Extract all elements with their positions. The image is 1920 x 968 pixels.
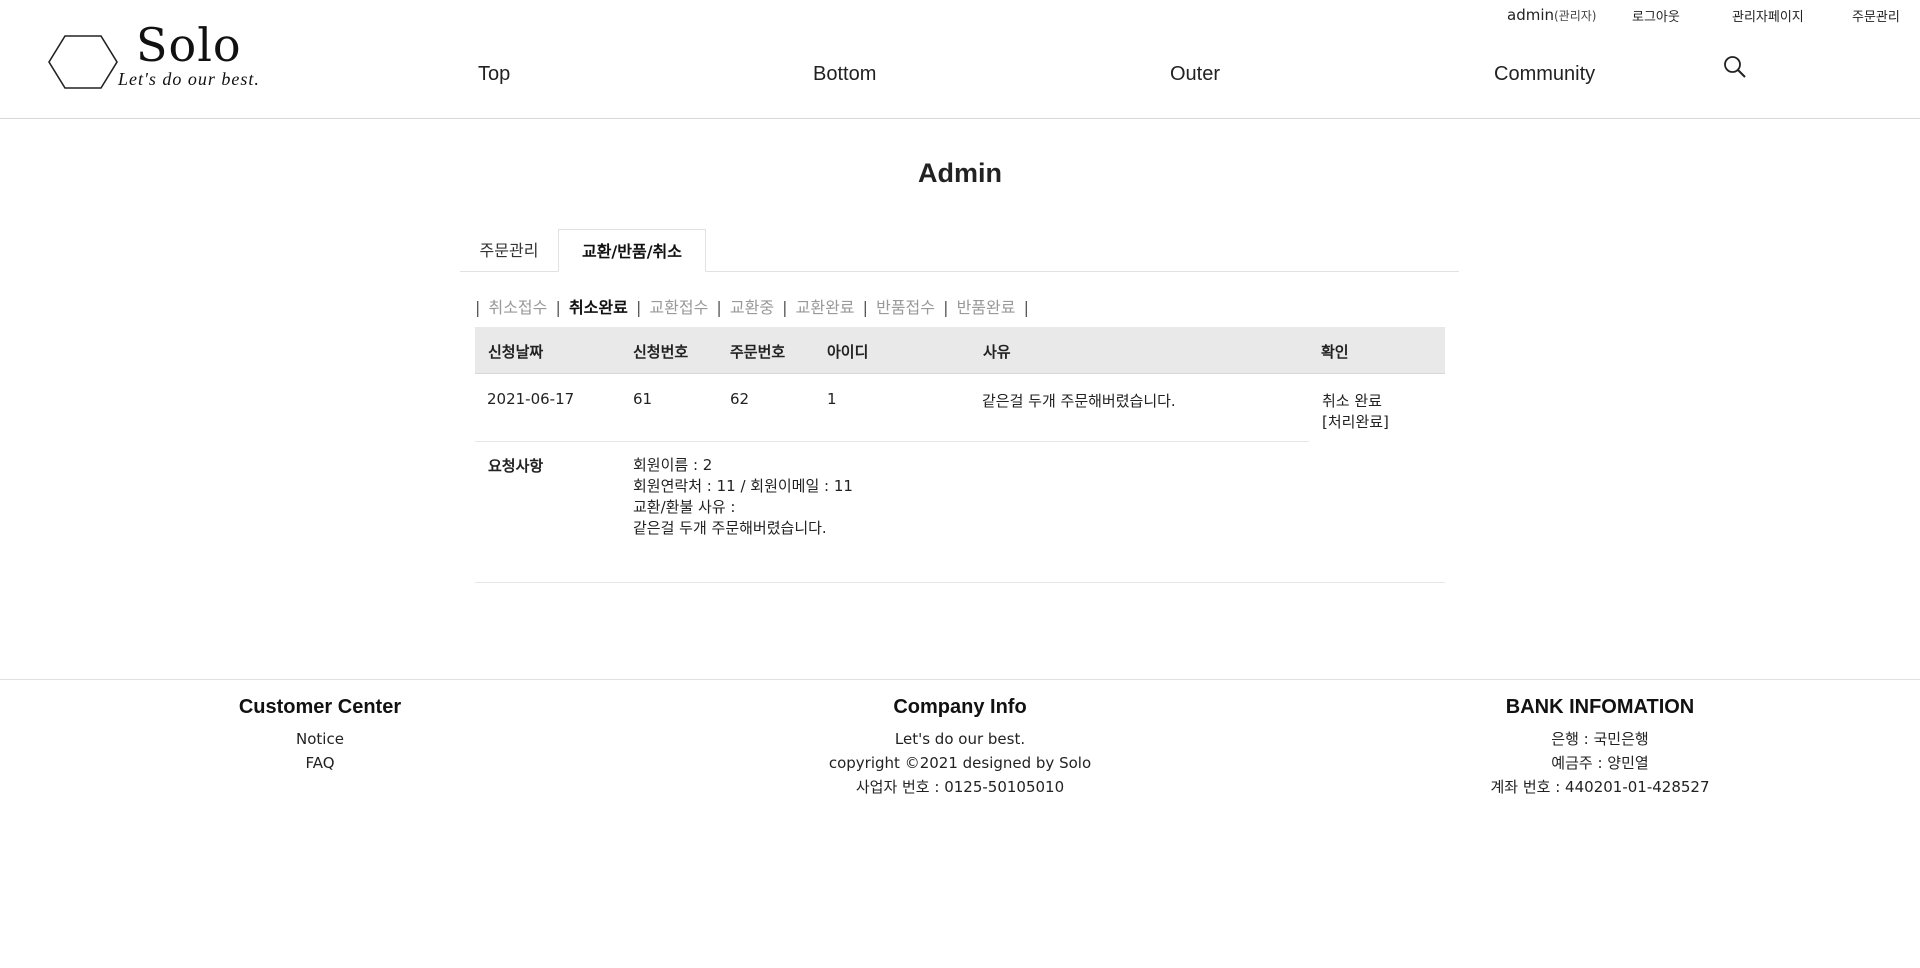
current-user: admin(관리자) [1507,6,1596,24]
footer-customer-center: Customer Center Notice FAQ [220,696,420,775]
cell-status-note[interactable]: [처리완료] [1322,411,1389,432]
notice-link[interactable]: Notice [296,730,344,748]
subtab-return-complete[interactable]: 반품완료 [957,298,1016,317]
gnb-item-community[interactable]: Community [1494,63,1595,86]
request-reason-label: 교환/환불 사유 : [633,498,736,516]
request-reason-text: 같은걸 두개 주문해버렸습니다. [633,519,827,537]
request-member-contact: 회원연락처 : 11 / 회원이메일 : 11 [633,477,853,495]
th-request-date: 신청날짜 [488,343,544,361]
footer-divider [0,679,1920,680]
tab-exchange-return-cancel[interactable]: 교환/반품/취소 [558,229,706,272]
subtab-cancel-complete[interactable]: 취소완료 [569,298,628,317]
cell-order-no: 62 [730,390,750,408]
th-order-no: 주문번호 [730,343,786,361]
cell-status: 취소 완료 [1322,392,1382,410]
subtab-cancel-received[interactable]: 취소접수 [488,298,547,317]
page-title: Admin [918,158,1002,188]
tab-order-manage[interactable]: 주문관리 [470,229,548,272]
gnb-item-bottom[interactable]: Bottom [813,63,876,86]
cell-reason: 같은걸 두개 주문해버렸습니다. [982,392,1176,410]
th-reason: 사유 [983,343,1011,361]
user-role: (관리자) [1554,9,1597,23]
gnb-item-top[interactable]: Top [478,63,510,86]
bank-holder: 예금주 : 양민열 [1551,754,1649,772]
status-subnav: | 취소접수 | 취소완료 | 교환접수 | 교환중 | 교환완료 | 반품접수… [475,298,1029,317]
request-text: 회원이름 : 2 회원연락처 : 11 / 회원이메일 : 11 교환/환불 사… [633,455,853,539]
user-name: admin [1507,6,1554,24]
table-bottom-divider [475,582,1445,583]
admin-page-link[interactable]: 관리자페이지 [1732,6,1804,25]
th-confirm: 확인 [1321,343,1349,361]
subtab-return-received[interactable]: 반품접수 [876,298,935,317]
cell-request-no: 61 [633,390,653,408]
cell-user-id: 1 [827,390,837,408]
subtab-exchanging[interactable]: 교환중 [730,298,774,317]
company-copyright: copyright ©2021 designed by Solo [828,754,1092,772]
search-icon[interactable] [1723,55,1747,79]
subtab-exchange-received[interactable]: 교환접수 [649,298,708,317]
faq-link[interactable]: FAQ [305,754,334,772]
bank-info-title: BANK INFOMATION [1505,696,1695,718]
company-tagline: Let's do our best. [894,730,1026,748]
order-manage-link[interactable]: 주문관리 [1852,6,1900,25]
footer-bank-info: BANK INFOMATION 은행 : 국민은행 예금주 : 양민열 계좌 번… [1450,696,1750,799]
company-business-no: 사업자 번호 : 0125-50105010 [855,778,1065,796]
th-user-id: 아이디 [827,343,869,361]
logo-tagline: Let's do our best. [118,69,260,89]
table-header: 신청날짜 신청번호 주문번호 아이디 사유 확인 [475,327,1445,374]
footer-company-info: Company Info Let's do our best. copyrigh… [810,696,1110,799]
logo-title: Solo [136,18,242,72]
request-member-name: 회원이름 : 2 [633,456,713,474]
customer-center-title: Customer Center [238,696,402,718]
row-divider [475,441,1309,442]
company-info-title: Company Info [893,696,1027,718]
gnb-item-outer[interactable]: Outer [1170,63,1220,86]
bank-name: 은행 : 국민은행 [1551,730,1649,748]
cell-request-date: 2021-06-17 [487,390,575,408]
site-header: Solo Let's do our best. admin(관리자) 로그아웃 … [0,0,1920,119]
subtab-exchange-complete[interactable]: 교환완료 [796,298,855,317]
bank-account: 계좌 번호 : 440201-01-428527 [1490,778,1710,796]
logout-link[interactable]: 로그아웃 [1632,6,1680,25]
th-request-no: 신청번호 [633,343,689,361]
request-label: 요청사항 [488,457,544,475]
hexagon-logo-icon [48,35,118,89]
site-logo[interactable]: Solo Let's do our best. [48,18,298,95]
